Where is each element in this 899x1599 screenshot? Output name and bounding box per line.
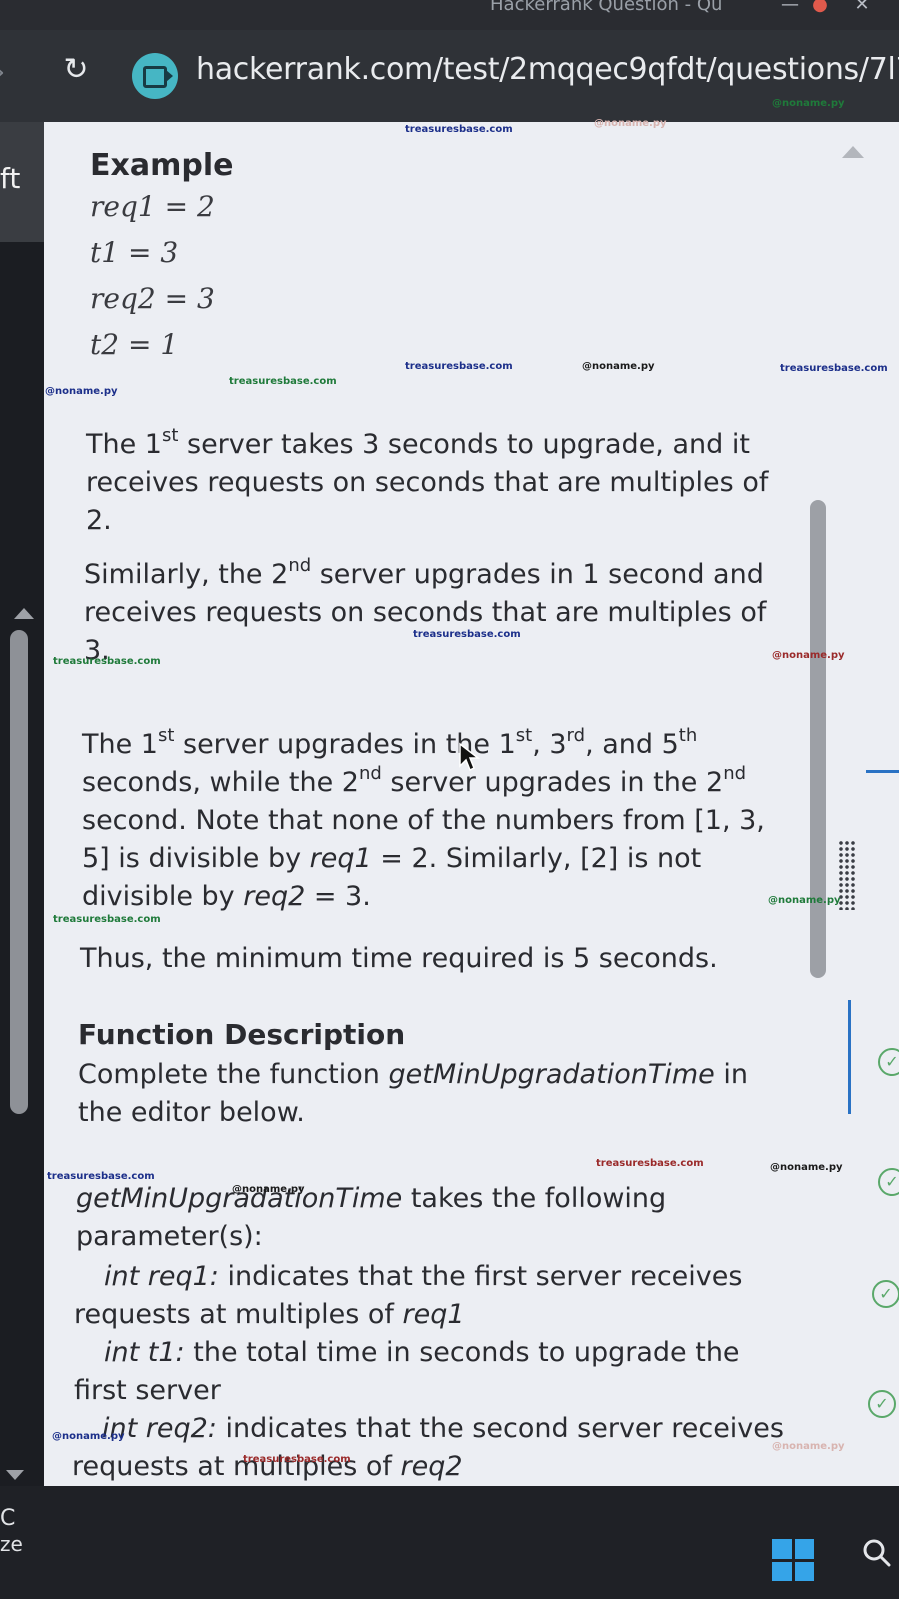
video-camera-icon[interactable] (132, 53, 178, 99)
watermark-site: treasuresbase.com (596, 1158, 704, 1169)
search-icon[interactable] (862, 1538, 892, 1568)
parameter-req1: int req1: indicates that the first serve… (74, 1261, 743, 1330)
left-panel-strip: ft (0, 122, 44, 242)
close-icon[interactable]: ✕ (842, 0, 882, 28)
watermark-handle: @noname.py (770, 1162, 843, 1173)
taskbar: C ze (0, 1486, 899, 1599)
watermark-site: treasuresbase.com (229, 376, 337, 387)
check-icon: ✓ (878, 1048, 899, 1076)
watermark-handle: @noname.py (772, 650, 845, 661)
left-scrollbar-thumb[interactable] (10, 630, 28, 1114)
reload-icon[interactable]: ↻ (58, 52, 94, 88)
formula-t1: t1 = 3 (90, 236, 179, 269)
watermark-handle: @noname.py (52, 1431, 125, 1442)
watermark-handle: @noname.py (232, 1184, 305, 1195)
watermark-handle: @noname.py (772, 1441, 845, 1452)
screen: Hackerrank Question - Qu — ● ✕ › ↻ hacke… (0, 0, 899, 1599)
formula-req2: req2 = 3 (90, 282, 215, 315)
watermark-handle: @noname.py (45, 386, 118, 397)
left-scroll-up-arrow-icon[interactable] (14, 608, 34, 619)
record-icon[interactable]: ● (800, 0, 840, 28)
parameters-intro: getMinUpgradationTime takes the followin… (76, 1183, 667, 1252)
paragraph-first-server: The 1st server takes 3 seconds to upgrad… (86, 425, 769, 537)
mouse-cursor-icon (459, 742, 480, 772)
watermark-site: treasuresbase.com (405, 361, 513, 372)
windows-start-icon[interactable] (772, 1539, 814, 1581)
check-icon: ✓ (878, 1168, 899, 1196)
check-icon: ✓ (868, 1390, 896, 1418)
scrollbar-thumb[interactable] (810, 500, 826, 978)
parameter-req2: int req2: indicates that the second serv… (72, 1413, 784, 1482)
left-panel-label[interactable]: ft (0, 162, 20, 195)
watermark-site: treasuresbase.com (47, 1171, 155, 1182)
scroll-up-arrow-icon[interactable] (842, 146, 864, 158)
browser-titlebar: Hackerrank Question - Qu — ● ✕ (0, 0, 899, 30)
left-scroll-down-arrow-icon[interactable] (6, 1470, 24, 1480)
conclusion-text: Thus, the minimum time required is 5 sec… (80, 943, 718, 974)
url-field[interactable]: hackerrank.com/test/2mqqec9qfdt/question… (196, 52, 899, 87)
watermark-handle: @noname.py (768, 895, 841, 906)
formula-t2: t2 = 1 (90, 328, 179, 361)
paragraph-upgrade-schedule: The 1st server upgrades in the 1st, 3rd,… (82, 725, 765, 913)
paragraph-second-server: Similarly, the 2nd server upgrades in 1 … (84, 555, 767, 667)
watermark-site: treasuresbase.com (405, 124, 513, 135)
taskbar-left-label: C (0, 1506, 16, 1531)
watermark-site: treasuresbase.com (780, 363, 888, 374)
watermark-handle: @noname.py (582, 361, 655, 372)
watermark-site: treasuresbase.com (413, 629, 521, 640)
editor-accent-line (866, 770, 899, 773)
editor-left-border (848, 1000, 851, 1114)
watermark-handle: @noname.py (594, 118, 667, 129)
watermark-handle: @noname.py (772, 98, 845, 109)
watermark-site: treasuresbase.com (53, 914, 161, 925)
forward-arrow-icon[interactable]: › (0, 55, 5, 88)
tab-title[interactable]: Hackerrank Question - Qu (490, 0, 722, 15)
example-heading: Example (90, 148, 234, 183)
parameter-t1: int t1: the total time in seconds to upg… (74, 1337, 740, 1406)
watermark-site: treasuresbase.com (53, 656, 161, 667)
watermark-site: treasuresbase.com (243, 1454, 351, 1465)
function-description-heading: Function Description (78, 1018, 406, 1051)
taskbar-left-label: ze (0, 1532, 23, 1556)
function-description-text: Complete the function getMinUpgradationT… (78, 1059, 748, 1128)
formula-req1: req1 = 2 (90, 190, 215, 223)
check-icon: ✓ (872, 1280, 899, 1308)
